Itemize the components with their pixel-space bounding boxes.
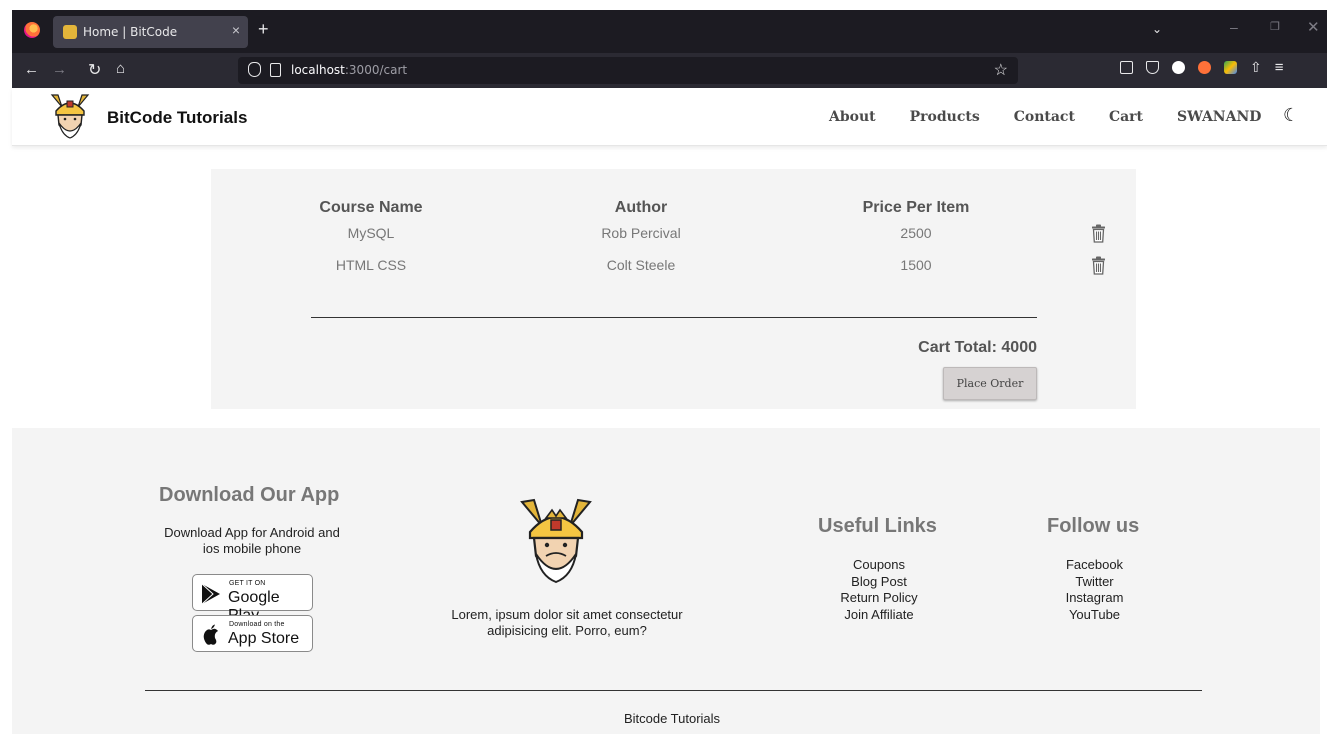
pocket-icon[interactable] bbox=[1146, 61, 1159, 74]
cell-price: 1500 bbox=[900, 257, 932, 273]
extension-icon[interactable] bbox=[1198, 61, 1211, 74]
cell-author: Colt Steele bbox=[606, 257, 676, 273]
cell-course-name: MySQL bbox=[347, 225, 395, 241]
footer-divider bbox=[145, 690, 1202, 691]
follow-us-title: Follow us bbox=[1047, 515, 1140, 537]
browser-tab[interactable]: Home | BitCode × bbox=[53, 16, 248, 48]
main-nav: About Products Contact Cart SWANAND bbox=[829, 109, 1261, 125]
follow-links-list: Facebook Twitter Instagram YouTube bbox=[1047, 557, 1142, 623]
moon-icon[interactable]: ☾ bbox=[1283, 105, 1299, 126]
nav-cart[interactable]: Cart bbox=[1109, 109, 1143, 125]
home-icon[interactable]: ⌂ bbox=[116, 60, 125, 77]
restore-icon[interactable]: ❐ bbox=[1270, 20, 1280, 33]
firefox-icon[interactable] bbox=[24, 22, 40, 38]
footer-copyright: Bitcode Tutorials bbox=[623, 711, 721, 726]
tab-list-chevron-icon[interactable]: ⌄ bbox=[1152, 22, 1162, 36]
trash-icon[interactable] bbox=[1091, 256, 1106, 275]
shield-icon[interactable] bbox=[248, 62, 261, 77]
back-arrow-icon[interactable]: ← bbox=[24, 61, 39, 78]
window-close-icon[interactable]: ✕ bbox=[1307, 18, 1320, 36]
useful-links-list: Coupons Blog Post Return Policy Join Aff… bbox=[818, 557, 940, 623]
extension-icon[interactable] bbox=[1224, 61, 1237, 74]
nav-contact[interactable]: Contact bbox=[1014, 109, 1075, 125]
cart-row: HTML CSS Colt Steele 1500 bbox=[211, 256, 1136, 279]
download-app-title: Download Our App bbox=[159, 484, 340, 506]
cart-panel: Course Name Author Price Per Item MySQL … bbox=[211, 169, 1136, 409]
toolbar-icons: ⇧ ≡ bbox=[1120, 60, 1284, 75]
cell-author: Rob Percival bbox=[601, 225, 681, 241]
url-path: :3000/cart bbox=[344, 63, 408, 77]
footer-link-return-policy[interactable]: Return Policy bbox=[840, 590, 917, 605]
viking-logo-icon[interactable] bbox=[48, 91, 92, 141]
page-icon[interactable] bbox=[270, 63, 281, 77]
google-play-icon bbox=[201, 583, 220, 605]
header-course-name: Course Name bbox=[319, 199, 423, 216]
cart-row: MySQL Rob Percival 2500 bbox=[211, 224, 1136, 247]
tab-close-icon[interactable]: × bbox=[232, 22, 240, 38]
browser-tab-bar: Home | BitCode × + ⌄ – ❐ ✕ bbox=[12, 10, 1327, 53]
folder-icon[interactable] bbox=[1120, 61, 1133, 74]
window-edge bbox=[0, 0, 12, 734]
menu-icon[interactable]: ≡ bbox=[1275, 60, 1284, 75]
site-footer: Download Our App Download App for Androi… bbox=[12, 428, 1320, 734]
cell-course-name: HTML CSS bbox=[335, 257, 407, 273]
header-author: Author bbox=[614, 199, 668, 216]
site-header: BitCode Tutorials About Products Contact… bbox=[12, 88, 1327, 146]
brand-name[interactable]: BitCode Tutorials bbox=[107, 108, 247, 128]
forward-arrow-icon[interactable]: → bbox=[52, 61, 67, 78]
header-price: Price Per Item bbox=[862, 199, 970, 216]
cell-price: 2500 bbox=[900, 225, 932, 241]
trash-icon[interactable] bbox=[1091, 224, 1106, 243]
place-order-button[interactable]: Place Order bbox=[943, 367, 1037, 400]
download-app-text: Download App for Android and ios mobile … bbox=[164, 525, 340, 556]
footer-link-youtube[interactable]: YouTube bbox=[1069, 607, 1120, 622]
cart-total: Cart Total: 4000 bbox=[918, 339, 1037, 356]
nav-about[interactable]: About bbox=[829, 109, 876, 125]
footer-link-coupons[interactable]: Coupons bbox=[853, 557, 905, 572]
footer-link-blog-post[interactable]: Blog Post bbox=[851, 574, 907, 589]
apple-icon bbox=[203, 624, 218, 645]
footer-description: Lorem, ipsum dolor sit amet consectetur … bbox=[451, 607, 683, 638]
url-text[interactable]: localhost:3000/cart bbox=[291, 63, 407, 77]
url-host: localhost bbox=[291, 63, 345, 77]
url-bar[interactable]: localhost:3000/cart ☆ bbox=[238, 57, 1018, 84]
useful-links-title: Useful Links bbox=[818, 515, 937, 537]
app-store-badge[interactable]: Download on the App Store bbox=[192, 615, 313, 652]
minimize-icon[interactable]: – bbox=[1230, 19, 1238, 35]
app-store-small: Download on the bbox=[229, 621, 285, 628]
viking-logo-icon bbox=[520, 498, 592, 584]
footer-link-join-affiliate[interactable]: Join Affiliate bbox=[844, 607, 913, 622]
nav-products[interactable]: Products bbox=[910, 109, 980, 125]
footer-link-facebook[interactable]: Facebook bbox=[1066, 557, 1123, 572]
cart-divider bbox=[311, 317, 1037, 318]
google-play-small: GET IT ON bbox=[229, 580, 266, 587]
new-tab-icon[interactable]: + bbox=[258, 20, 269, 38]
star-icon[interactable]: ☆ bbox=[994, 60, 1008, 80]
google-play-badge[interactable]: GET IT ON Google Play bbox=[192, 574, 313, 624]
footer-link-twitter[interactable]: Twitter bbox=[1075, 574, 1113, 589]
share-icon[interactable]: ⇧ bbox=[1250, 60, 1262, 74]
app-store-big: App Store bbox=[228, 630, 300, 647]
footer-link-instagram[interactable]: Instagram bbox=[1066, 590, 1124, 605]
favicon-icon bbox=[63, 25, 77, 39]
nav-user[interactable]: SWANAND bbox=[1177, 109, 1261, 125]
tab-title: Home | BitCode bbox=[83, 25, 178, 39]
extension-icon[interactable] bbox=[1172, 61, 1185, 74]
browser-toolbar: ← → ↻ ⌂ localhost:3000/cart ☆ ⇧ ≡ bbox=[12, 53, 1327, 88]
reload-icon[interactable]: ↻ bbox=[88, 60, 101, 80]
